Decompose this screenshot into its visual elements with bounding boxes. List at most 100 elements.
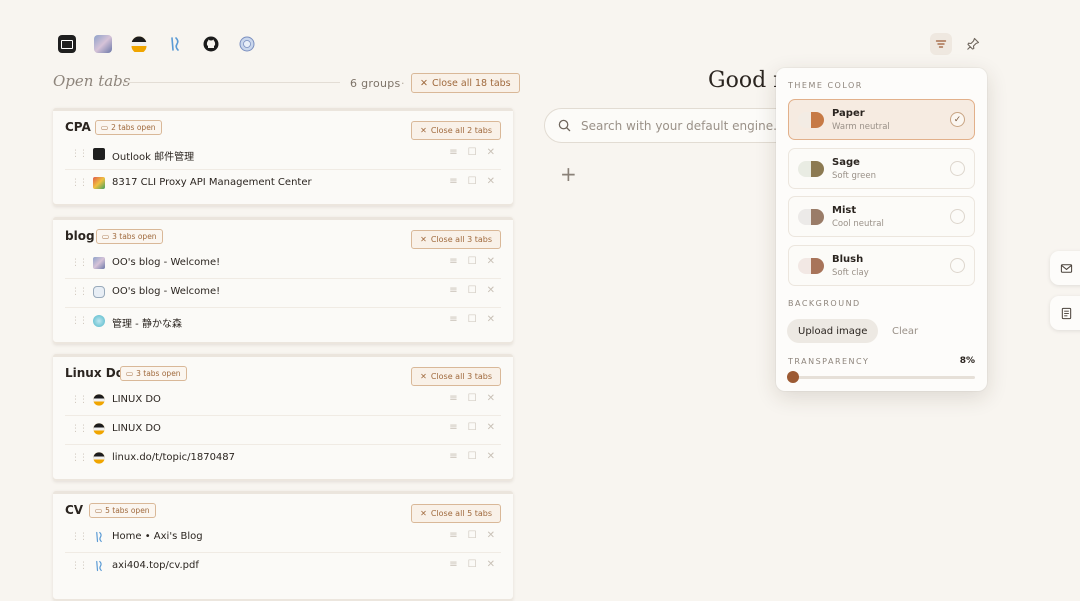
globe-icon[interactable] bbox=[238, 35, 256, 53]
bookmark-icon[interactable]: ☐ bbox=[468, 176, 477, 187]
close-icon[interactable]: ✕ bbox=[487, 530, 495, 541]
mail-button[interactable] bbox=[1050, 251, 1080, 285]
tab-row[interactable]: ⋮⋮ Outlook 邮件管理 ≡ ☐ ✕ bbox=[65, 141, 501, 170]
separator: · bbox=[401, 77, 405, 90]
menu-icon[interactable]: ≡ bbox=[449, 285, 457, 296]
upload-image-button[interactable]: Upload image bbox=[787, 319, 879, 343]
menu-icon[interactable]: ≡ bbox=[449, 393, 457, 404]
bookmark-icon[interactable]: ☐ bbox=[468, 314, 477, 325]
group-name: blog bbox=[65, 229, 95, 243]
tab-row[interactable]: ⋮⋮ LINUX DO ≡ ☐ ✕ bbox=[65, 387, 501, 416]
close-group-button[interactable]: ✕ Close all 3 tabs bbox=[411, 367, 501, 386]
bookmark-icon[interactable]: ☐ bbox=[468, 285, 477, 296]
filter-icon bbox=[935, 40, 947, 48]
theme-option-paper[interactable]: Paper Warm neutral ✓ bbox=[788, 99, 975, 140]
tab-row[interactable]: ⋮⋮ Home • Axi's Blog ≡ ☐ ✕ bbox=[65, 524, 501, 553]
groups-count: 6 groups bbox=[350, 77, 401, 90]
drag-handle-icon[interactable]: ⋮⋮ bbox=[71, 532, 88, 542]
drag-handle-icon[interactable]: ⋮⋮ bbox=[71, 287, 88, 297]
bookmark-icon[interactable]: ☐ bbox=[468, 256, 477, 267]
menu-icon[interactable]: ≡ bbox=[449, 559, 457, 570]
linuxdo-icon[interactable] bbox=[130, 35, 148, 53]
calendar-icon: ▭ bbox=[101, 123, 109, 132]
menu-icon[interactable]: ≡ bbox=[449, 451, 457, 462]
tab-row[interactable]: ⋮⋮ OO's blog - Welcome! ≡ ☐ ✕ bbox=[65, 279, 501, 308]
theme-option-mist[interactable]: Mist Cool neutral bbox=[788, 196, 975, 237]
theme-option-sage[interactable]: Sage Soft green bbox=[788, 148, 975, 189]
pin-button[interactable] bbox=[962, 33, 984, 55]
close-all-tabs-button[interactable]: ✕ Close all 18 tabs bbox=[411, 73, 520, 93]
tab-row[interactable]: ⋮⋮ axi404.top/cv.pdf ≡ ☐ ✕ bbox=[65, 553, 501, 581]
close-icon[interactable]: ✕ bbox=[487, 285, 495, 296]
calendar-icon: ▭ bbox=[126, 369, 134, 378]
bookmark-icon[interactable]: ☐ bbox=[468, 451, 477, 462]
close-icon[interactable]: ✕ bbox=[487, 393, 495, 404]
menu-icon[interactable]: ≡ bbox=[449, 176, 457, 187]
drag-handle-icon[interactable]: ⋮⋮ bbox=[71, 453, 88, 463]
close-group-button[interactable]: ✕ Close all 2 tabs bbox=[411, 121, 501, 140]
drag-handle-icon[interactable]: ⋮⋮ bbox=[71, 178, 88, 188]
transparency-slider[interactable] bbox=[787, 371, 975, 383]
drag-handle-icon[interactable]: ⋮⋮ bbox=[71, 561, 88, 571]
pinned-sites-bar bbox=[58, 35, 256, 53]
bookmark-icon[interactable]: ☐ bbox=[468, 147, 477, 158]
bookmark-icon[interactable]: ☐ bbox=[468, 530, 477, 541]
theme-option-blush[interactable]: Blush Soft clay bbox=[788, 245, 975, 286]
menu-icon[interactable]: ≡ bbox=[449, 314, 457, 325]
tab-title: LINUX DO bbox=[112, 423, 161, 434]
menu-icon[interactable]: ≡ bbox=[449, 422, 457, 433]
bookmark-icon[interactable]: ☐ bbox=[468, 393, 477, 404]
drag-handle-icon[interactable]: ⋮⋮ bbox=[71, 395, 88, 405]
close-icon: ✕ bbox=[420, 509, 427, 518]
tab-row[interactable]: ⋮⋮ OO's blog - Welcome! ≡ ☐ ✕ bbox=[65, 250, 501, 279]
close-icon[interactable]: ✕ bbox=[487, 256, 495, 267]
search-input[interactable] bbox=[579, 117, 783, 134]
theme-radio[interactable] bbox=[950, 258, 965, 273]
notes-button[interactable] bbox=[1050, 296, 1080, 330]
axi-icon[interactable] bbox=[166, 35, 184, 53]
pin-icon bbox=[967, 37, 980, 50]
close-icon[interactable]: ✕ bbox=[487, 147, 495, 158]
outlook-icon bbox=[93, 148, 105, 160]
clear-background-button[interactable]: Clear bbox=[892, 319, 918, 343]
theme-radio[interactable] bbox=[950, 209, 965, 224]
menu-icon[interactable]: ≡ bbox=[449, 147, 457, 158]
tab-row[interactable]: ⋮⋮ 管理 - 静かな森 ≡ ☐ ✕ bbox=[65, 308, 501, 336]
close-icon[interactable]: ✕ bbox=[487, 559, 495, 570]
menu-icon[interactable]: ≡ bbox=[449, 256, 457, 267]
tab-title: 管理 - 静かな森 bbox=[112, 319, 182, 330]
theme-desc: Warm neutral bbox=[832, 122, 890, 132]
drag-handle-icon[interactable]: ⋮⋮ bbox=[71, 258, 88, 268]
tab-title: LINUX DO bbox=[112, 394, 161, 405]
drag-handle-icon[interactable]: ⋮⋮ bbox=[71, 424, 88, 434]
close-icon[interactable]: ✕ bbox=[487, 422, 495, 433]
filter-button[interactable] bbox=[930, 33, 952, 55]
slider-knob[interactable] bbox=[787, 371, 799, 383]
tab-title: linux.do/t/topic/1870487 bbox=[112, 452, 236, 463]
bookmark-icon[interactable]: ☐ bbox=[468, 559, 477, 570]
axi-icon bbox=[96, 531, 102, 543]
add-shortcut-button[interactable]: + bbox=[560, 162, 577, 186]
drag-handle-icon[interactable]: ⋮⋮ bbox=[71, 316, 88, 326]
tab-row[interactable]: ⋮⋮ 8317 CLI Proxy API Management Center … bbox=[65, 170, 501, 198]
open-tabs-title: Open tabs bbox=[53, 72, 131, 90]
theme-name: Blush bbox=[832, 254, 864, 265]
close-icon[interactable]: ✕ bbox=[487, 176, 495, 187]
drag-handle-icon[interactable]: ⋮⋮ bbox=[71, 149, 88, 159]
outlook-icon[interactable] bbox=[58, 35, 76, 53]
tab-row[interactable]: ⋮⋮ linux.do/t/topic/1870487 ≡ ☐ ✕ bbox=[65, 445, 501, 473]
theme-radio[interactable] bbox=[950, 161, 965, 176]
bookmark-icon[interactable]: ☐ bbox=[468, 422, 477, 433]
close-icon[interactable]: ✕ bbox=[487, 451, 495, 462]
close-group-button[interactable]: ✕ Close all 5 tabs bbox=[411, 504, 501, 523]
theme-radio[interactable]: ✓ bbox=[950, 112, 965, 127]
search-box[interactable] bbox=[544, 108, 794, 143]
close-icon[interactable]: ✕ bbox=[487, 314, 495, 325]
menu-icon[interactable]: ≡ bbox=[449, 530, 457, 541]
theme-desc: Soft green bbox=[832, 171, 877, 181]
blog-avatar-icon[interactable] bbox=[94, 35, 112, 53]
close-group-button[interactable]: ✕ Close all 3 tabs bbox=[411, 230, 501, 249]
tab-row[interactable]: ⋮⋮ LINUX DO ≡ ☐ ✕ bbox=[65, 416, 501, 445]
github-icon[interactable] bbox=[202, 35, 220, 53]
linuxdo-icon bbox=[93, 423, 105, 435]
